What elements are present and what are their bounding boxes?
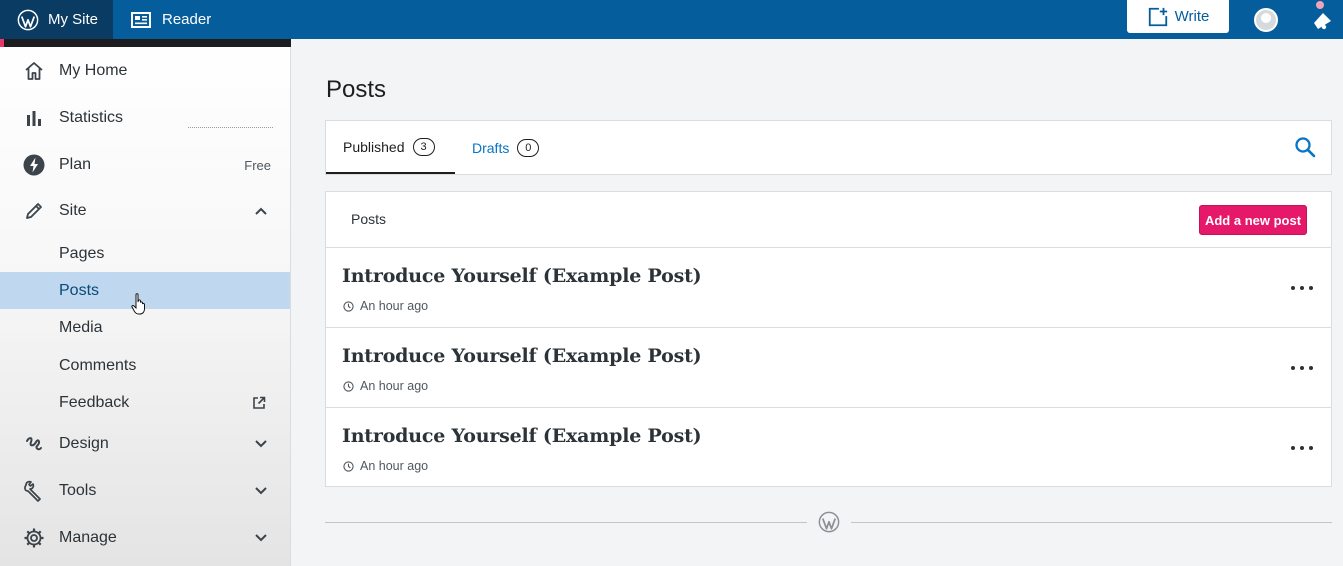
sidebar-subitem-label: Comments (59, 356, 137, 374)
sidebar-item-label: Site (59, 202, 87, 219)
chevron-down-icon (255, 440, 267, 448)
post-title[interactable]: Introduce Yourself (Example Post) (342, 265, 702, 287)
drafts-count-badge: 0 (517, 138, 540, 157)
posts-list-header-label: Posts (351, 211, 387, 227)
bar-chart-icon (23, 107, 45, 129)
posts-list-header: Posts Add a new post (326, 192, 1331, 248)
chevron-up-icon (255, 207, 267, 215)
tab-drafts[interactable]: Drafts 0 (472, 121, 540, 174)
post-row[interactable]: Introduce Yourself (Example Post) An hou… (326, 328, 1331, 408)
masterbar: My Site Reader Write (0, 0, 1343, 39)
footer-divider (851, 522, 1332, 523)
post-title[interactable]: Introduce Yourself (Example Post) (342, 345, 702, 367)
published-count-badge: 3 (412, 137, 435, 156)
my-site-label: My Site (48, 11, 99, 28)
post-more-options-button[interactable] (1291, 438, 1313, 458)
search-icon[interactable] (1294, 136, 1316, 158)
post-time: An hour ago (360, 299, 429, 313)
post-more-options-button[interactable] (1291, 358, 1313, 378)
post-row[interactable]: Introduce Yourself (Example Post) An hou… (326, 248, 1331, 328)
write-label: Write (1174, 8, 1210, 25)
post-row[interactable]: Introduce Yourself (Example Post) An hou… (326, 408, 1331, 488)
post-status-tabs: Published 3 Drafts 0 (325, 120, 1332, 175)
sidebar-subitem-label: Media (59, 318, 103, 336)
sidebar-subitem-label: Feedback (59, 393, 130, 411)
sidebar-subitem-comments[interactable]: Comments (0, 347, 290, 384)
reader-button[interactable]: Reader (131, 0, 211, 39)
post-title[interactable]: Introduce Yourself (Example Post) (342, 425, 702, 447)
tab-label: Published (343, 138, 405, 155)
write-button[interactable]: Write (1127, 0, 1229, 33)
plan-badge: Free (244, 157, 271, 173)
sidebar-top-bar (0, 39, 291, 47)
sidebar-item-plan[interactable]: Plan Free (0, 152, 290, 178)
chevron-down-icon (255, 534, 267, 542)
post-meta: An hour ago (343, 459, 428, 473)
notifications-button[interactable] (1312, 0, 1334, 39)
sidebar-subitem-label: Posts (59, 281, 100, 299)
post-meta: An hour ago (343, 379, 428, 393)
reader-label: Reader (162, 11, 212, 28)
sidebar-item-my-home[interactable]: My Home (0, 58, 290, 84)
add-new-post-button[interactable]: Add a new post (1199, 205, 1307, 235)
bell-icon (1314, 12, 1331, 29)
footer-divider (325, 522, 807, 523)
sidebar-subitem-label: Pages (59, 244, 105, 262)
post-time: An hour ago (360, 379, 429, 393)
profile-button[interactable] (1254, 0, 1278, 39)
sidebar-item-tools[interactable]: Tools (0, 478, 290, 504)
sidebar-item-site[interactable]: Site (0, 198, 290, 224)
hand-cursor-icon (131, 293, 145, 315)
clock-icon (343, 300, 354, 312)
design-icon (23, 433, 45, 455)
home-icon (23, 60, 45, 82)
lightning-icon (23, 154, 45, 176)
chevron-down-icon (255, 487, 267, 495)
reader-icon (131, 11, 151, 28)
page-title: Posts (326, 76, 387, 103)
external-link-icon (253, 396, 266, 409)
gear-icon (23, 527, 45, 549)
sidebar-subitem-feedback[interactable]: Feedback (0, 384, 290, 421)
sidebar-item-label: Tools (59, 482, 97, 499)
notification-dot (1316, 1, 1324, 9)
sidebar-item-label: Manage (59, 529, 117, 546)
sidebar-item-label: Plan (59, 156, 92, 173)
sidebar-item-manage[interactable]: Manage (0, 525, 290, 551)
post-more-options-button[interactable] (1291, 278, 1313, 298)
post-meta: An hour ago (343, 299, 428, 313)
sidebar-item-label: Design (59, 435, 109, 452)
wordpress-logo-icon (818, 511, 840, 533)
wordpress-logo-icon (17, 9, 39, 30)
posts-list: Posts Add a new post Introduce Yourself … (325, 191, 1332, 487)
write-icon (1148, 7, 1167, 26)
sidebar-item-label: My Home (59, 62, 128, 79)
clock-icon (343, 460, 354, 472)
sidebar-subitem-pages[interactable]: Pages (0, 235, 290, 272)
pencil-icon (23, 200, 45, 222)
tab-published[interactable]: Published 3 (326, 121, 455, 174)
clock-icon (343, 380, 354, 392)
statistics-sparkline (188, 127, 273, 128)
my-site-button[interactable]: My Site (0, 0, 113, 39)
avatar (1254, 7, 1278, 32)
sidebar-item-design[interactable]: Design (0, 431, 290, 457)
sidebar-item-label: Statistics (59, 109, 124, 126)
wrench-icon (23, 480, 45, 502)
post-time: An hour ago (360, 459, 429, 473)
tab-label: Drafts (472, 139, 510, 156)
